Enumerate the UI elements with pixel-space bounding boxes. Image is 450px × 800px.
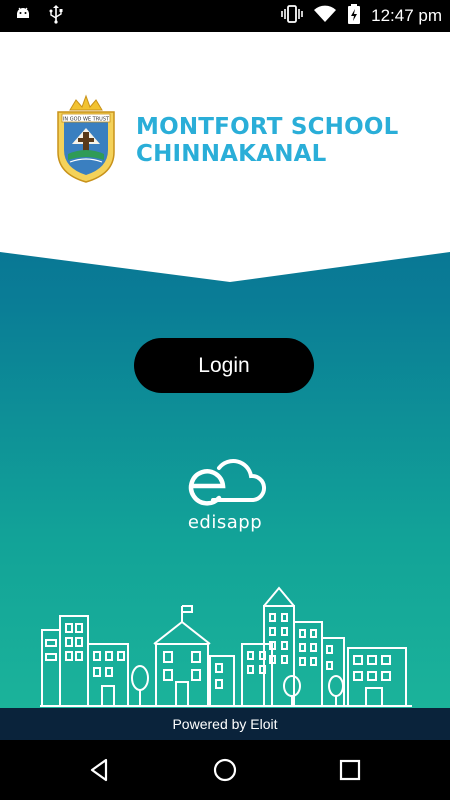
- back-icon[interactable]: [84, 754, 116, 786]
- app-screen: IN GOD WE TRUST MONTFORT SCHOOL CHINNAKA…: [0, 32, 450, 708]
- status-bar: 12:47 pm: [0, 0, 450, 32]
- powered-by-text: Powered by Eloit: [172, 716, 278, 732]
- recents-icon[interactable]: [334, 754, 366, 786]
- usb-icon: [48, 4, 64, 29]
- home-icon[interactable]: [209, 754, 241, 786]
- navigation-bar: [0, 740, 450, 800]
- battery-charging-icon: [347, 3, 361, 30]
- school-logo: IN GOD WE TRUST: [52, 94, 120, 184]
- edisapp-cloud-logo: [183, 456, 267, 512]
- android-icon: [14, 5, 32, 28]
- school-name-line1: MONTFORT SCHOOL: [136, 114, 399, 140]
- brand-name: edisapp: [187, 512, 263, 533]
- vibrate-icon: [281, 4, 303, 29]
- wifi-icon: [313, 5, 337, 28]
- school-name: MONTFORT SCHOOL CHINNAKANAL: [136, 114, 398, 168]
- powered-by-bar: Powered by Eloit: [0, 708, 450, 740]
- clock: 12:47 pm: [371, 6, 442, 25]
- login-button[interactable]: Login: [134, 338, 314, 393]
- logo-motto-text: IN GOD WE TRUST: [63, 117, 110, 123]
- city-skyline-illustration: [40, 586, 412, 707]
- school-name-line2: CHINNAKANAL: [136, 141, 327, 167]
